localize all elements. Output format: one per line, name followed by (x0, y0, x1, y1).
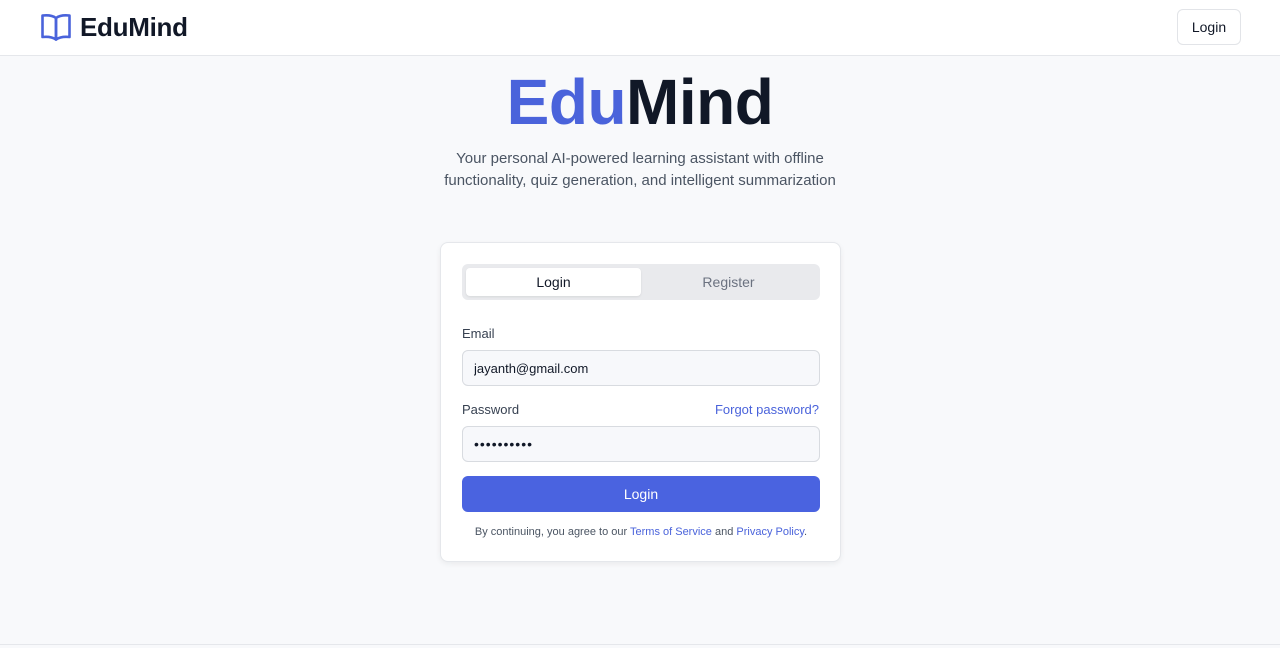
brand-logo[interactable]: EduMind (40, 11, 188, 43)
top-navbar: EduMind Login (0, 0, 1280, 56)
password-field[interactable] (462, 426, 820, 462)
terms-prefix: By continuing, you agree to our (474, 526, 630, 538)
hero-title-edu: Edu (506, 66, 627, 138)
terms-of-service-link[interactable]: Terms of Service (630, 526, 712, 538)
auth-tabs: Login Register (462, 264, 820, 300)
hero-subtitle: Your personal AI-powered learning assist… (444, 150, 836, 189)
tab-login[interactable]: Login (466, 268, 641, 296)
forgot-password-link[interactable]: Forgot password? (715, 402, 819, 417)
terms-suffix: . (804, 526, 808, 538)
terms-and: and (711, 526, 737, 538)
auth-card: Login Register Email Password Forgot pas… (440, 242, 841, 562)
terms-notice: By continuing, you agree to our Terms of… (441, 526, 841, 538)
hero-title: EduMind (0, 64, 1280, 140)
password-label: Password (462, 402, 520, 417)
tab-register[interactable]: Register (641, 268, 816, 296)
header-login-button[interactable]: Login (1177, 9, 1241, 45)
login-submit-button[interactable]: Login (462, 476, 820, 512)
privacy-policy-link[interactable]: Privacy Policy (736, 526, 804, 538)
hero-title-mind: Mind (626, 66, 774, 138)
email-field[interactable] (462, 350, 820, 386)
email-label: Email (462, 326, 495, 341)
book-open-icon (40, 12, 72, 42)
page-divider (0, 644, 1280, 645)
brand-name: EduMind (80, 11, 188, 42)
